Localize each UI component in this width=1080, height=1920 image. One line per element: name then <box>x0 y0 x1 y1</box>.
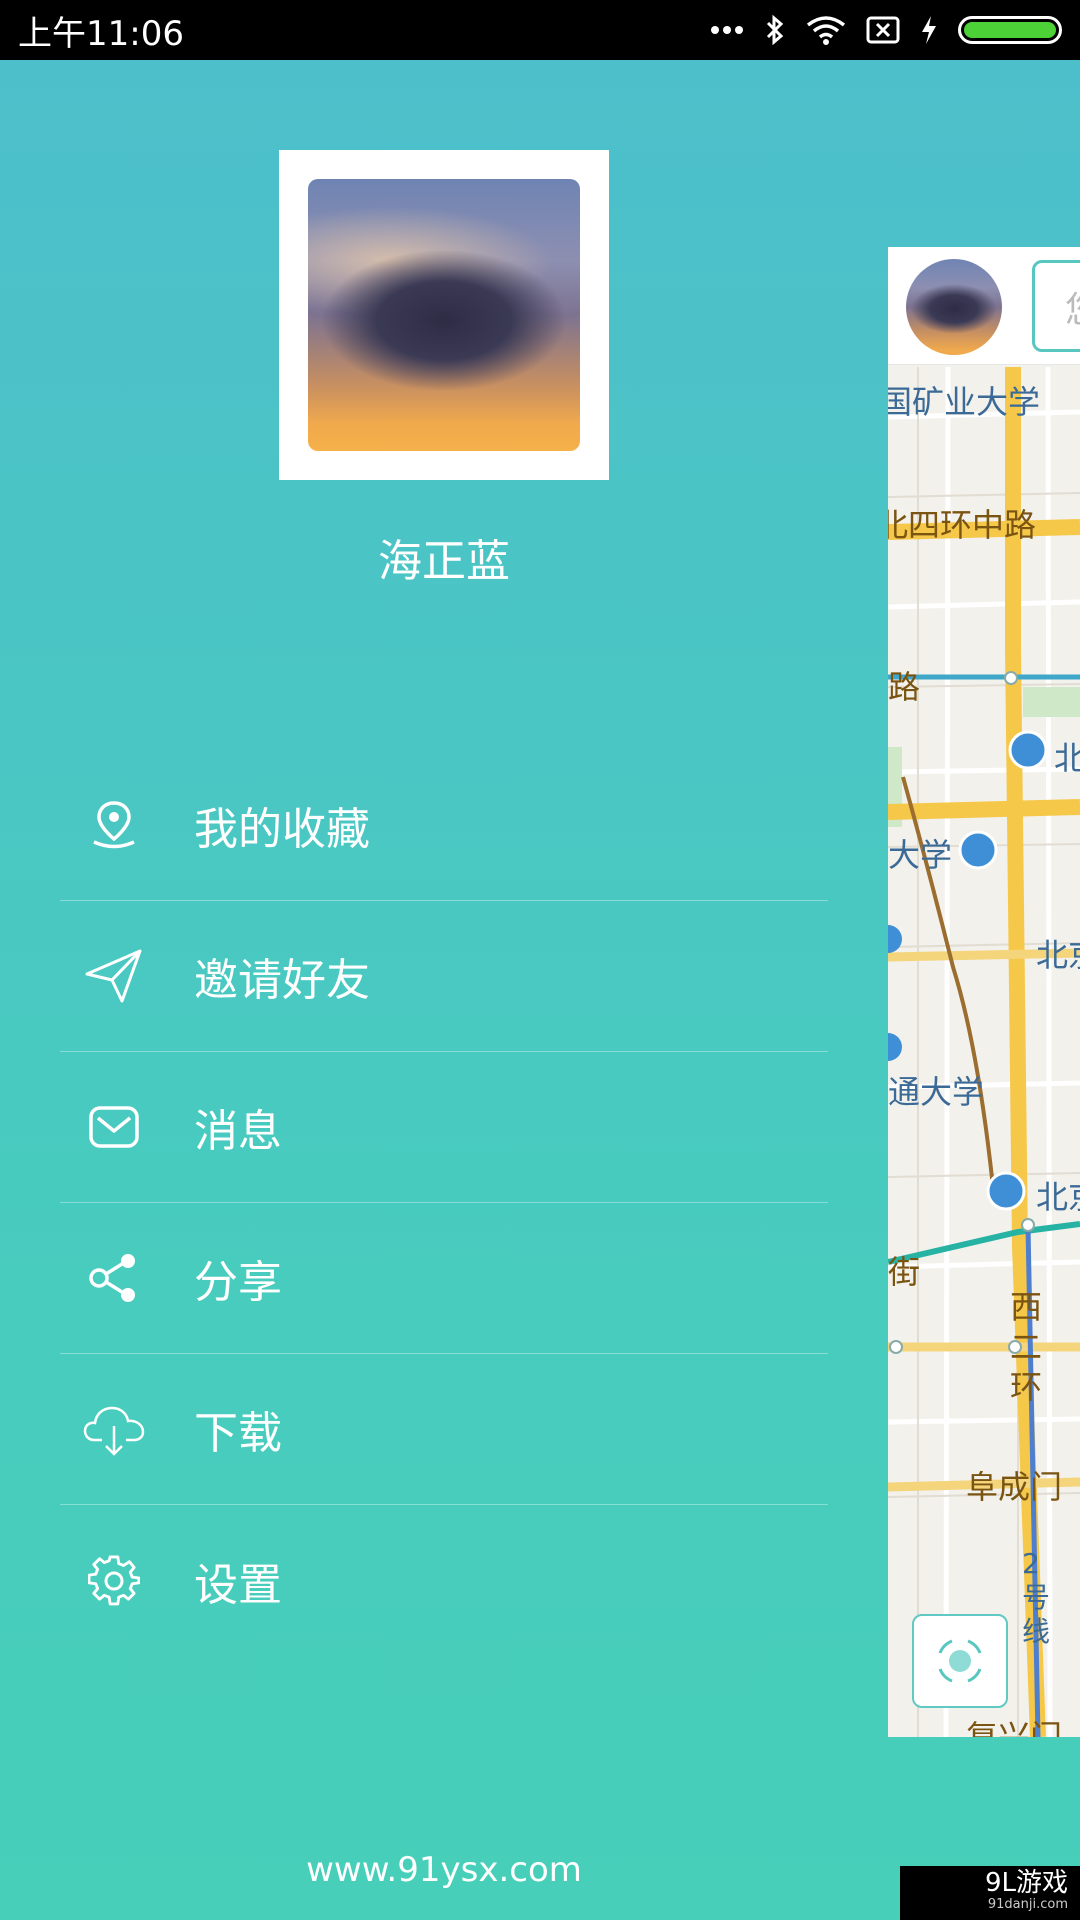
menu-item-settings[interactable]: 设置 <box>60 1505 828 1656</box>
status-bar: 上午11:06 <box>0 0 1080 60</box>
avatar-photo <box>308 179 580 451</box>
mail-icon <box>82 1095 146 1159</box>
map-label: 阜成门 <box>966 1468 1063 1506</box>
map-label: 北四环中路 <box>888 506 1037 544</box>
bluetooth-icon <box>766 14 784 46</box>
menu-label: 邀请好友 <box>194 955 370 1006</box>
menu-item-favorites[interactable]: 我的收藏 <box>60 750 828 901</box>
map-label: 北 <box>1054 739 1080 777</box>
menu-item-share[interactable]: 分享 <box>60 1203 828 1354</box>
gear-icon <box>82 1549 146 1613</box>
cloud-download-icon <box>82 1397 146 1461</box>
map-label: 复兴门 <box>966 1718 1063 1737</box>
battery-icon <box>958 16 1062 44</box>
locate-button[interactable] <box>912 1614 1008 1708</box>
watermark-site: 91danji.com <box>987 1897 1068 1912</box>
drawer-menu: 我的收藏 邀请好友 消息 分享 下载 设置 <box>60 750 828 1656</box>
menu-label: 消息 <box>194 1106 282 1157</box>
menu-item-invite[interactable]: 邀请好友 <box>60 901 828 1052</box>
map-preview-panel[interactable]: 国矿业大学 北四环中路 路 北 大学 北京 通大学 北京 街 西二环 阜成门 2… <box>888 247 1080 1737</box>
locate-icon <box>938 1639 982 1683</box>
map-label: 北京 <box>1036 1178 1080 1216</box>
map-label: 路 <box>888 668 921 706</box>
menu-label: 我的收藏 <box>194 804 370 855</box>
send-icon <box>82 944 146 1008</box>
location-pin-icon <box>82 793 146 857</box>
more-dots-icon <box>711 26 743 34</box>
footer-url: www.91ysx.com <box>306 1850 582 1890</box>
map-label: 通大学 <box>888 1073 985 1111</box>
map-avatar[interactable] <box>906 259 1002 355</box>
watermark: 9L游戏 91danji.com <box>900 1866 1080 1920</box>
sim-x-icon <box>866 16 900 44</box>
menu-label: 分享 <box>194 1257 282 1308</box>
map-roads <box>888 366 1080 1737</box>
wifi-icon <box>806 16 846 45</box>
charging-icon <box>922 16 936 44</box>
map-search-input[interactable]: 您 <box>1032 260 1080 352</box>
user-name: 海正蓝 <box>378 536 510 587</box>
menu-item-download[interactable]: 下载 <box>60 1354 828 1505</box>
map-label: 街 <box>888 1253 921 1291</box>
map-header: 您 <box>888 247 1080 365</box>
map-label: 西二环 <box>1010 1288 1043 1406</box>
menu-item-messages[interactable]: 消息 <box>60 1052 828 1203</box>
watermark-brand: 9L游戏 <box>984 1868 1068 1898</box>
map-label: 北京 <box>1036 936 1080 974</box>
menu-label: 设置 <box>194 1559 282 1611</box>
share-icon <box>82 1246 146 1310</box>
menu-label: 下载 <box>194 1408 282 1459</box>
status-icons <box>710 14 1062 46</box>
map-label: 2号线 <box>1022 1547 1051 1648</box>
map-label: 大学 <box>888 836 953 874</box>
status-time: 上午11:06 <box>18 13 184 54</box>
map-label: 国矿业大学 <box>888 383 1041 421</box>
profile-avatar[interactable] <box>279 150 609 480</box>
